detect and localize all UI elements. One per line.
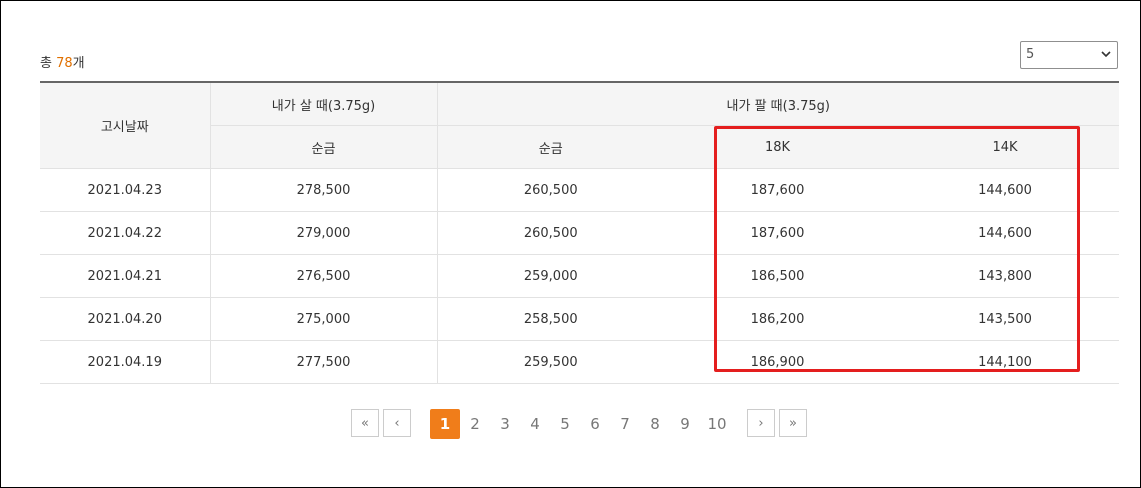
cell-date: 2021.04.20 <box>40 297 211 341</box>
cell-sell-14k: 143,800 <box>891 254 1120 298</box>
page-4-button[interactable]: 4 <box>520 409 550 439</box>
cell-sell-14k: 143,500 <box>891 297 1120 341</box>
cell-buy-pure: 279,000 <box>210 211 438 255</box>
next-page-button[interactable]: › <box>747 409 775 437</box>
total-count: 총 78개 <box>40 52 85 71</box>
header-sell-pure: 순금 <box>437 125 664 169</box>
cell-sell-18k: 187,600 <box>664 168 891 212</box>
page-2-button[interactable]: 2 <box>460 409 490 439</box>
cell-sell-pure: 259,500 <box>437 340 664 384</box>
table-row: 2021.04.23 278,500 260,500 187,600 144,6… <box>40 168 1120 212</box>
cell-date: 2021.04.19 <box>40 340 211 384</box>
page-3-button[interactable]: 3 <box>490 409 520 439</box>
cell-sell-pure: 260,500 <box>437 168 664 212</box>
cell-sell-pure: 260,500 <box>437 211 664 255</box>
cell-buy-pure: 278,500 <box>210 168 438 212</box>
cell-sell-18k: 186,900 <box>664 340 891 384</box>
table-row: 2021.04.19 277,500 259,500 186,900 144,1… <box>40 340 1120 384</box>
header-sell-14k: 14K <box>891 125 1120 169</box>
cell-sell-14k: 144,100 <box>891 340 1120 384</box>
header-date: 고시날짜 <box>40 81 211 169</box>
page-frame: 총 78개 5 고시날짜 내가 살 때(3.75g) 내가 팔 때(3.75g)… <box>0 0 1141 488</box>
header-buy-pure: 순금 <box>210 125 438 169</box>
page-size-select[interactable]: 5 <box>1020 41 1118 69</box>
cell-date: 2021.04.22 <box>40 211 211 255</box>
page-10-button[interactable]: 10 <box>700 409 734 439</box>
cell-sell-18k: 186,500 <box>664 254 891 298</box>
table-row: 2021.04.20 275,000 258,500 186,200 143,5… <box>40 297 1120 341</box>
total-prefix: 총 <box>40 56 57 71</box>
page-9-button[interactable]: 9 <box>670 409 700 439</box>
cell-buy-pure: 276,500 <box>210 254 438 298</box>
cell-sell-14k: 144,600 <box>891 168 1120 212</box>
header-sell-group: 내가 팔 때(3.75g) <box>437 81 1120 126</box>
table-row: 2021.04.22 279,000 260,500 187,600 144,6… <box>40 211 1120 255</box>
cell-date: 2021.04.21 <box>40 254 211 298</box>
page-8-button[interactable]: 8 <box>640 409 670 439</box>
page-6-button[interactable]: 6 <box>580 409 610 439</box>
cell-sell-18k: 187,600 <box>664 211 891 255</box>
first-page-button[interactable]: « <box>351 409 379 437</box>
gold-price-table: 고시날짜 내가 살 때(3.75g) 내가 팔 때(3.75g) 순금 순금 1… <box>40 81 1120 384</box>
prev-page-button[interactable]: ‹ <box>383 409 411 437</box>
header-sell-18k: 18K <box>664 125 891 169</box>
cell-sell-14k: 144,600 <box>891 211 1120 255</box>
cell-buy-pure: 275,000 <box>210 297 438 341</box>
total-suffix: 개 <box>72 56 85 71</box>
chevron-down-icon <box>1101 51 1111 58</box>
page-7-button[interactable]: 7 <box>610 409 640 439</box>
page-1-button[interactable]: 1 <box>430 409 460 439</box>
cell-sell-pure: 258,500 <box>437 297 664 341</box>
header-buy-group: 내가 살 때(3.75g) <box>210 81 438 126</box>
cell-buy-pure: 277,500 <box>210 340 438 384</box>
page-size-value: 5 <box>1026 47 1035 62</box>
cell-sell-pure: 259,000 <box>437 254 664 298</box>
table-row: 2021.04.21 276,500 259,000 186,500 143,8… <box>40 254 1120 298</box>
page-5-button[interactable]: 5 <box>550 409 580 439</box>
cell-date: 2021.04.23 <box>40 168 211 212</box>
total-count-value: 78 <box>56 56 73 71</box>
cell-sell-18k: 186,200 <box>664 297 891 341</box>
last-page-button[interactable]: » <box>779 409 807 437</box>
